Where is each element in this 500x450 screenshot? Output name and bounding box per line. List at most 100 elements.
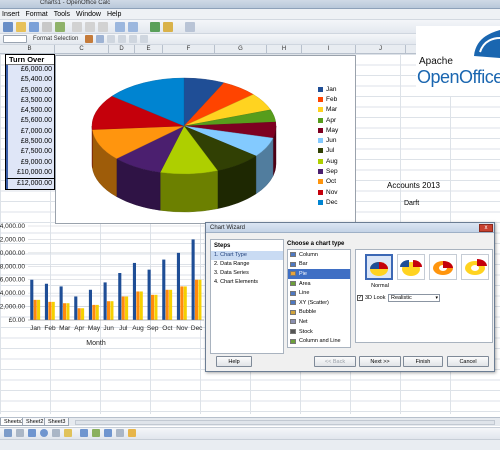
chart-type-list[interactable]: Column Bar Pie Area Line XY (Scatter) Bubble Ne… xyxy=(287,249,351,348)
turnover-cell[interactable]: £8,500.00 xyxy=(6,137,54,148)
print-icon[interactable] xyxy=(42,22,52,32)
variant-normal-pie[interactable] xyxy=(365,254,393,280)
col-header-e[interactable]: E xyxy=(135,45,163,54)
col-header-c[interactable]: C xyxy=(55,45,109,54)
bar-oct-s1[interactable] xyxy=(162,259,166,320)
variant-donut[interactable] xyxy=(429,254,457,280)
turnover-cell[interactable]: £6,000.00 xyxy=(6,65,54,76)
bar-dec-s2[interactable] xyxy=(194,279,199,320)
bar-jul-s2[interactable] xyxy=(121,296,125,321)
bar-sep-s3[interactable] xyxy=(154,294,158,320)
look3d-option[interactable]: ✓ 3D Look xyxy=(357,295,386,301)
turnover-range[interactable]: Turn Over £6,000.00 £5,400.00 £5,000.00 £3,… xyxy=(5,54,55,190)
cancel-button[interactable]: Cancel xyxy=(447,356,489,367)
chart-type-item[interactable]: Column xyxy=(288,250,350,260)
stars-icon[interactable] xyxy=(128,429,136,437)
menu-window[interactable]: Window xyxy=(76,11,101,18)
bar-jun-s3[interactable] xyxy=(110,301,114,320)
bar-oct-s2[interactable] xyxy=(165,289,169,320)
bar-apr-s2[interactable] xyxy=(77,308,81,320)
bar-nov-s3[interactable] xyxy=(183,286,187,320)
chart-element-select[interactable] xyxy=(3,35,27,43)
bar-mar-s3[interactable] xyxy=(66,303,70,320)
chart-type-item[interactable]: Pie xyxy=(288,269,350,279)
col-header-i[interactable]: I xyxy=(302,45,356,54)
new-icon[interactable] xyxy=(3,22,13,32)
bar-nov-s2[interactable] xyxy=(180,286,184,320)
bar-jan-s3[interactable] xyxy=(37,299,41,320)
bar-may-s2[interactable] xyxy=(92,304,96,320)
select-arrow-icon[interactable] xyxy=(4,429,12,437)
menu-format[interactable]: Format xyxy=(26,11,48,18)
turnover-cell[interactable]: £12,000.00 xyxy=(6,178,54,189)
bar-jan-s2[interactable] xyxy=(33,299,37,320)
turnover-cell[interactable]: £4,500.00 xyxy=(6,106,54,117)
bar-dec-s1[interactable] xyxy=(191,239,195,320)
menu-insert[interactable]: Insert xyxy=(2,11,20,18)
bar-apr-s1[interactable] xyxy=(74,296,78,321)
cut-icon[interactable] xyxy=(72,22,82,32)
chart-type-icon[interactable] xyxy=(85,35,93,43)
close-icon[interactable]: x xyxy=(479,224,493,232)
turnover-cell[interactable]: £7,000.00 xyxy=(6,126,54,138)
turnover-cell[interactable]: £5,600.00 xyxy=(6,116,54,127)
open-icon[interactable] xyxy=(16,22,26,32)
format-selection-button[interactable]: Format Selection xyxy=(33,36,78,42)
turnover-cell[interactable]: £3,500.00 xyxy=(6,95,54,107)
chart-icon[interactable] xyxy=(150,22,160,32)
back-button[interactable]: << Back xyxy=(314,356,356,367)
variant-exploded-donut[interactable] xyxy=(461,254,489,280)
chart-wizard-dialog[interactable]: Chart Wizard x Steps 1. Chart Type 2. Da… xyxy=(205,222,495,372)
legend-icon[interactable] xyxy=(118,35,126,43)
step-data-range[interactable]: 2. Data Range xyxy=(211,260,283,269)
bar-oct-s3[interactable] xyxy=(169,289,173,320)
horizontal-scrollbar[interactable] xyxy=(75,420,495,425)
col-header-h[interactable]: H xyxy=(267,45,302,54)
variant-exploded-pie[interactable] xyxy=(397,254,425,280)
rectangle-tool-icon[interactable] xyxy=(28,429,36,437)
look3d-style-select[interactable]: Realistic ▾ xyxy=(388,294,440,302)
bar-jul-s3[interactable] xyxy=(125,296,129,321)
step-data-series[interactable]: 3. Data Series xyxy=(211,269,283,278)
turnover-cell[interactable]: £5,000.00 xyxy=(6,85,54,96)
bar-jan-s1[interactable] xyxy=(30,279,34,320)
bar-mar-s1[interactable] xyxy=(59,286,63,320)
turnover-cell[interactable]: £10,000.00 xyxy=(6,167,54,179)
bar-feb-s1[interactable] xyxy=(44,283,48,320)
bar-nov-s1[interactable] xyxy=(176,252,180,320)
bar-feb-s2[interactable] xyxy=(48,301,52,320)
step-chart-type[interactable]: 1. Chart Type xyxy=(211,251,283,260)
data-table-icon[interactable] xyxy=(96,35,104,43)
turnover-cell[interactable]: £7,500.00 xyxy=(6,147,54,158)
chart-type-item[interactable]: Column and Line xyxy=(288,336,350,346)
ellipse-tool-icon[interactable] xyxy=(40,429,48,437)
chart-type-item[interactable]: Line xyxy=(288,288,350,298)
paste-icon[interactable] xyxy=(98,22,108,32)
bar-aug-s2[interactable] xyxy=(136,291,140,320)
chart-type-item[interactable]: XY (Scatter) xyxy=(288,298,350,308)
bar-sep-s2[interactable] xyxy=(150,294,155,320)
copy-icon[interactable] xyxy=(85,22,95,32)
finish-button[interactable]: Finish xyxy=(403,356,443,367)
text-tool-icon[interactable] xyxy=(64,429,72,437)
turnover-cell[interactable]: £5,400.00 xyxy=(6,75,54,86)
pie-chart[interactable]: Jan Feb Mar Apr May Jun Jul Aug Sep Oct Nov Dec xyxy=(55,55,356,224)
symbol-shapes-icon[interactable] xyxy=(92,429,100,437)
save-icon[interactable] xyxy=(29,22,39,32)
col-header-d[interactable]: D xyxy=(109,45,135,54)
bar-aug-s3[interactable] xyxy=(139,291,143,320)
spellcheck-icon[interactable] xyxy=(55,22,65,32)
line-tool-icon[interactable] xyxy=(16,429,24,437)
bar-aug-s1[interactable] xyxy=(132,262,136,320)
menu-help[interactable]: Help xyxy=(107,11,121,18)
bar-jun-s2[interactable] xyxy=(106,301,111,320)
auto-layout-icon[interactable] xyxy=(140,35,148,43)
freeform-tool-icon[interactable] xyxy=(52,429,60,437)
shapes-icon[interactable] xyxy=(80,429,88,437)
grid-icon[interactable] xyxy=(107,35,115,43)
col-header-j[interactable]: J xyxy=(356,45,406,54)
bar-dec-s3[interactable] xyxy=(198,279,202,320)
bar-may-s1[interactable] xyxy=(88,289,92,320)
bar-mar-s2[interactable] xyxy=(62,303,67,320)
bar-jul-s1[interactable] xyxy=(118,273,122,320)
